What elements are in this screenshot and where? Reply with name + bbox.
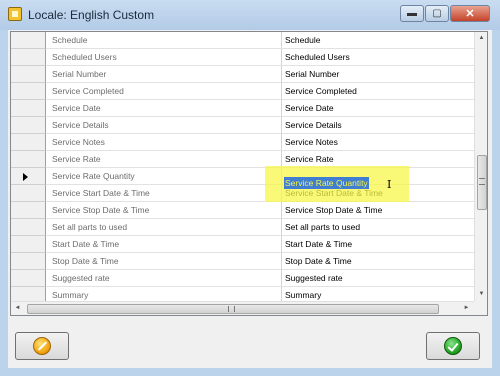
field-value-cell[interactable]: Suggested rate: [282, 270, 474, 287]
field-name-cell: Service Stop Date & Time: [46, 202, 282, 219]
scroll-right-icon[interactable]: ►: [460, 302, 473, 315]
table-row[interactable]: Stop Date & Time Stop Date & Time: [11, 253, 474, 270]
row-header[interactable]: [11, 100, 46, 117]
row-header[interactable]: [11, 168, 46, 185]
table-row[interactable]: Service Stop Date & Time Service Stop Dat…: [11, 202, 474, 219]
row-header[interactable]: [11, 134, 46, 151]
field-value-cell[interactable]: Service Completed: [282, 83, 474, 100]
ok-button[interactable]: [426, 332, 480, 360]
window-controls: ▬ ▢ ✕: [399, 5, 490, 22]
field-name-cell: Service Completed: [46, 83, 282, 100]
field-name-cell: Service Start Date & Time: [46, 185, 282, 202]
text-cursor-icon: I: [387, 178, 392, 191]
table-row[interactable]: Summary Summary: [11, 287, 474, 301]
field-value-cell[interactable]: Stop Date & Time: [282, 253, 474, 270]
table-row[interactable]: Scheduled Users Scheduled Users: [11, 49, 474, 66]
ok-icon: [444, 337, 462, 355]
row-header[interactable]: [11, 236, 46, 253]
field-name-cell: Suggested rate: [46, 270, 282, 287]
maximize-button[interactable]: ▢: [425, 5, 449, 22]
vertical-scrollbar[interactable]: ▲ ▼: [474, 32, 487, 301]
row-header[interactable]: [11, 83, 46, 100]
field-name-cell: Start Date & Time: [46, 236, 282, 253]
field-value-cell[interactable]: Service Notes: [282, 134, 474, 151]
scroll-left-icon[interactable]: ◄: [11, 302, 24, 315]
table-row[interactable]: Serial Number Serial Number: [11, 66, 474, 83]
dialog-client-area: Schedule Schedule Scheduled Users Scheduled…: [8, 30, 492, 368]
current-row-arrow-icon: [23, 173, 28, 181]
table-row[interactable]: Service Details Service Details: [11, 117, 474, 134]
field-value-cell[interactable]: Start Date & Time: [282, 236, 474, 253]
cell-editor[interactable]: Service Rate Quantity: [284, 177, 369, 189]
field-name-cell: Service Rate: [46, 151, 282, 168]
locale-grid: Schedule Schedule Scheduled Users Scheduled…: [10, 31, 488, 316]
field-name-cell: Service Details: [46, 117, 282, 134]
row-header[interactable]: [11, 66, 46, 83]
row-header[interactable]: [11, 270, 46, 287]
table-row[interactable]: Service Completed Service Completed: [11, 83, 474, 100]
field-value-cell[interactable]: Service Stop Date & Time: [282, 202, 474, 219]
field-value-cell[interactable]: Scheduled Users: [282, 49, 474, 66]
field-value-cell[interactable]: Serial Number: [282, 66, 474, 83]
row-header[interactable]: [11, 32, 46, 49]
row-header[interactable]: [11, 202, 46, 219]
field-name-cell: Summary: [46, 287, 282, 301]
field-name-cell: Scheduled Users: [46, 49, 282, 66]
field-name-cell: Schedule: [46, 32, 282, 49]
horizontal-scrollbar[interactable]: ◄ ►: [11, 301, 474, 315]
dialog-window: Locale: English Custom ▬ ▢ ✕ Schedule Sch…: [0, 0, 500, 376]
field-value-cell[interactable]: Service Date: [282, 100, 474, 117]
scrollbar-corner: [474, 301, 487, 315]
cancel-button[interactable]: [15, 332, 69, 360]
row-header[interactable]: [11, 117, 46, 134]
table-row[interactable]: Service Notes Service Notes: [11, 134, 474, 151]
close-button[interactable]: ✕: [450, 5, 490, 22]
field-name-cell: Service Date: [46, 100, 282, 117]
scroll-down-icon[interactable]: ▼: [475, 288, 487, 301]
field-value-cell[interactable]: Schedule: [282, 32, 474, 49]
field-name-cell: Stop Date & Time: [46, 253, 282, 270]
vertical-scroll-thumb[interactable]: [477, 155, 487, 210]
table-row[interactable]: Set all parts to used Set all parts to us…: [11, 219, 474, 236]
field-name-cell: Serial Number: [46, 66, 282, 83]
table-row[interactable]: Suggested rate Suggested rate: [11, 270, 474, 287]
scroll-up-icon[interactable]: ▲: [475, 32, 487, 45]
field-name-cell: Set all parts to used: [46, 219, 282, 236]
cancel-icon: [33, 337, 51, 355]
app-icon: [8, 7, 22, 21]
row-header[interactable]: [11, 151, 46, 168]
field-name-cell: Service Notes: [46, 134, 282, 151]
row-header[interactable]: [11, 287, 46, 301]
table-row[interactable]: Schedule Schedule: [11, 32, 474, 49]
field-value-cell[interactable]: Summary: [282, 287, 474, 301]
title-bar[interactable]: Locale: English Custom ▬ ▢ ✕: [0, 0, 500, 30]
table-row[interactable]: Service Date Service Date: [11, 100, 474, 117]
window-title: Locale: English Custom: [28, 8, 155, 22]
field-value-cell[interactable]: Service Details: [282, 117, 474, 134]
table-row[interactable]: Start Date & Time Start Date & Time: [11, 236, 474, 253]
row-header[interactable]: [11, 253, 46, 270]
minimize-button[interactable]: ▬: [400, 5, 424, 22]
row-header[interactable]: [11, 219, 46, 236]
field-name-cell: Service Rate Quantity: [46, 168, 282, 185]
field-value-cell[interactable]: Set all parts to used: [282, 219, 474, 236]
row-header[interactable]: [11, 49, 46, 66]
horizontal-scroll-thumb[interactable]: [27, 304, 439, 314]
row-header[interactable]: [11, 185, 46, 202]
